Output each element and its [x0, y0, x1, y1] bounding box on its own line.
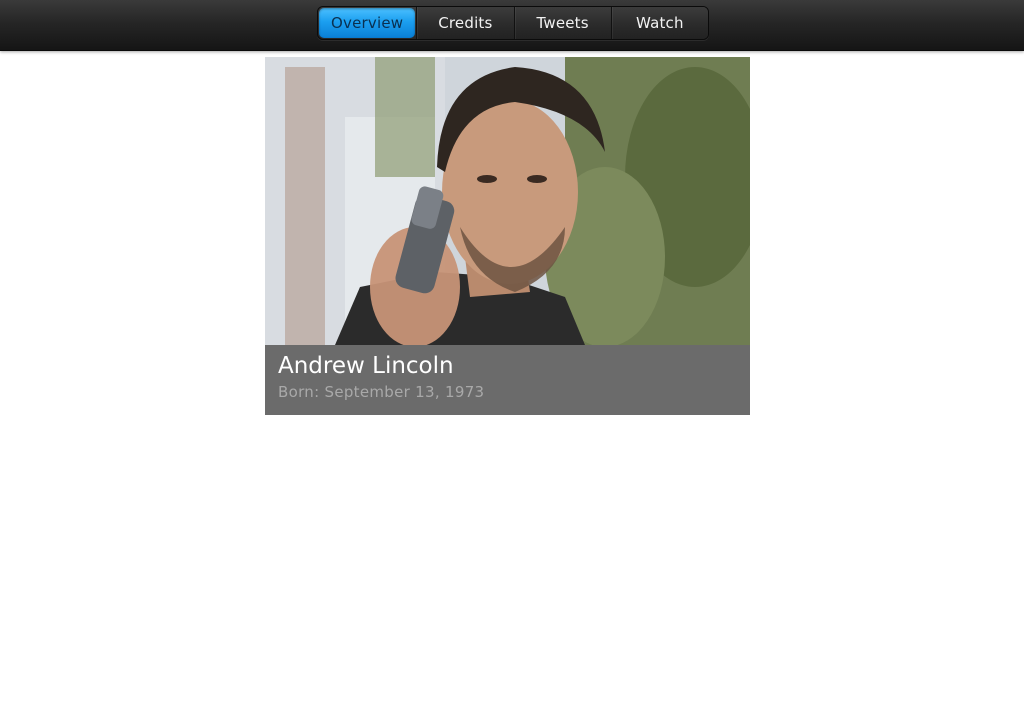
- actor-caption: Andrew Lincoln Born: September 13, 1973: [265, 345, 750, 415]
- tab-tweets[interactable]: Tweets: [513, 7, 611, 39]
- person-photo-icon: [265, 57, 750, 345]
- top-navigation-bar: Overview Credits Tweets Watch: [0, 0, 1024, 51]
- tab-overview[interactable]: Overview: [319, 8, 416, 38]
- actor-name: Andrew Lincoln: [278, 353, 454, 379]
- tab-watch[interactable]: Watch: [610, 7, 708, 39]
- section-tabs: Overview Credits Tweets Watch: [317, 6, 709, 40]
- actor-birth-date: Born: September 13, 1973: [278, 383, 485, 401]
- actor-photo: [265, 57, 750, 345]
- tab-credits[interactable]: Credits: [416, 7, 514, 39]
- actor-card: Andrew Lincoln Born: September 13, 1973: [265, 57, 750, 415]
